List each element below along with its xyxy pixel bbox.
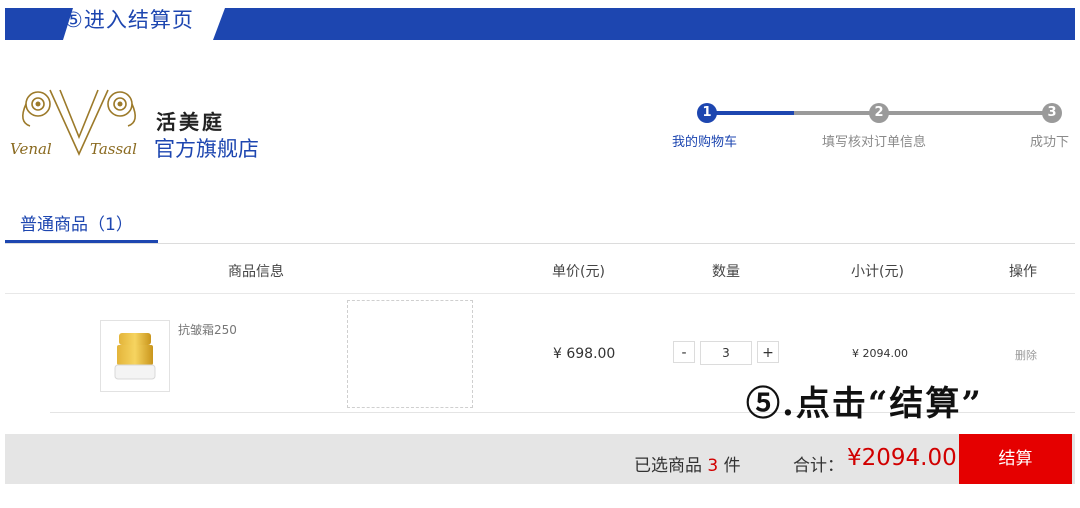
selected-prefix: 已选商品 [634,456,702,476]
svg-text:Tassal: Tassal [90,140,137,158]
step-progress-active [716,111,794,115]
store-name: 官方旗舰店 [154,137,259,161]
instruction-annotation: ⑤.点击“结算” [746,384,983,424]
quantity-input[interactable]: 3 [700,341,752,365]
header-product-info: 商品信息 [228,264,284,280]
header-subtotal: 小计(元) [851,264,904,280]
header-action: 操作 [1009,264,1037,280]
quantity-increase-button[interactable]: + [757,341,779,363]
total-label: 合计： [793,456,844,476]
step-2-dot: 2 [869,103,889,123]
tab-normal-goods[interactable]: 普通商品（1） [20,210,133,235]
svg-text:Venal: Venal [10,140,52,158]
unit-price: ¥ 698.00 [553,346,616,362]
total-amount: ¥2094.00 [847,445,957,471]
product-name-link[interactable]: 抗皱霜250 [178,321,237,338]
delete-item-link[interactable]: 删除 [1015,347,1037,363]
product-attributes-placeholder [347,300,473,408]
selected-number: 3 [707,456,719,476]
item-subtotal: ¥ 2094.00 [852,347,908,360]
step-3-label: 成功下 [1030,135,1070,150]
selected-items-count: 已选商品 3 件 [634,451,741,476]
step-2-label: 填写核对订单信息 [822,135,927,150]
tabs-divider [5,243,1075,244]
quantity-decrease-button[interactable]: - [673,341,695,363]
product-thumbnail[interactable] [100,320,170,392]
step-progress-inactive [794,111,878,115]
header-quantity: 数量 [712,264,740,280]
header-unit-price: 单价(元) [552,264,605,280]
selected-suffix: 件 [723,456,741,476]
step-3-dot: 3 [1042,103,1062,123]
cream-jar-icon [114,333,156,380]
brand-logo-icon: Venal Tassal [10,89,137,158]
step-1-dot: 1 [697,103,717,123]
step-progress-inactive [888,111,1044,115]
brand-name: 活美庭 [156,110,225,134]
header-divider [5,293,1075,294]
checkout-button[interactable]: 结算 [959,434,1072,484]
step-1-label: 我的购物车 [672,135,738,150]
banner-title: ⑤进入结算页 [64,8,194,32]
